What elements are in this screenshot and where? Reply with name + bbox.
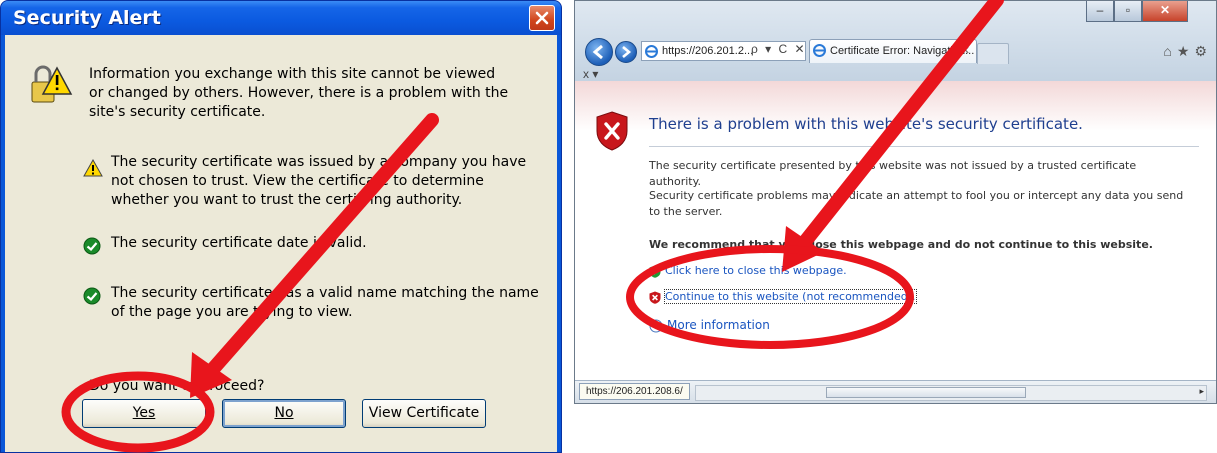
- address-text: https://206.201.2...: [662, 45, 754, 57]
- window-controls: ‒ ▫ ✕: [1086, 1, 1188, 23]
- no-button-label: No: [274, 405, 294, 421]
- dialog-body: Information you exchange with this site …: [5, 35, 557, 452]
- command-bar[interactable]: x ▾: [583, 67, 598, 81]
- cert-issuer-warning: The security certificate was issued by a…: [111, 154, 527, 208]
- new-tab-button[interactable]: [977, 43, 1009, 64]
- horizontal-scrollbar[interactable]: ▸: [695, 385, 1207, 401]
- green-shield-icon: [649, 265, 661, 278]
- lock-warning-icon: [31, 65, 73, 103]
- continue-link[interactable]: Continue to this website (not recommende…: [664, 289, 917, 304]
- home-icon[interactable]: ⌂: [1163, 43, 1176, 59]
- cert-date-valid: The security certificate date is valid.: [111, 235, 367, 251]
- status-url: https://206.201.208.6/: [579, 383, 690, 400]
- security-alert-dialog: Security Alert Information you exchange …: [0, 0, 562, 453]
- yes-button[interactable]: Yes: [82, 399, 206, 428]
- back-arrow-icon: [592, 44, 603, 60]
- close-icon: [535, 11, 549, 25]
- cert-not-trusted-text: The security certificate presented by th…: [649, 159, 1137, 188]
- divider: [649, 146, 1199, 147]
- forward-arrow-icon: [622, 46, 632, 58]
- ie-page-icon: [645, 45, 658, 58]
- maximize-button[interactable]: ▫: [1114, 1, 1142, 22]
- view-certificate-button[interactable]: View Certificate: [362, 399, 486, 428]
- forward-button[interactable]: [615, 41, 637, 63]
- cert-problem-text: Security certificate problems may indica…: [649, 189, 1184, 218]
- favorites-icon[interactable]: ★: [1177, 43, 1195, 59]
- address-tools[interactable]: ρ ▾ C ✕: [751, 42, 807, 56]
- scrollbar-thumb[interactable]: [826, 387, 1026, 398]
- close-button[interactable]: [529, 5, 555, 31]
- proceed-question: Do you want to proceed?: [89, 378, 265, 394]
- view-certificate-label: View Certificate: [368, 405, 480, 421]
- window-close-button[interactable]: ✕: [1142, 1, 1188, 22]
- back-button[interactable]: [585, 38, 613, 66]
- red-shield-icon: [649, 291, 661, 304]
- intro-text: Information you exchange with this site …: [89, 66, 509, 120]
- security-shield-icon: [596, 111, 628, 151]
- tools-icon[interactable]: ⚙: [1194, 43, 1212, 59]
- ie-page-icon: [813, 44, 826, 57]
- tab-title: Certificate Error: Navigation...: [830, 45, 975, 57]
- check-icon: [83, 287, 101, 305]
- page-title: There is a problem with this website's s…: [649, 115, 1083, 133]
- yes-button-label: Yes: [132, 405, 156, 421]
- scroll-right-icon[interactable]: ▸: [1199, 386, 1204, 397]
- chevron-down-icon: [649, 319, 663, 333]
- browser-chrome: ‒ ▫ ✕ https://206.201.2... ρ ▾ C ✕ Certi…: [575, 1, 1216, 81]
- dialog-title: Security Alert: [13, 7, 161, 29]
- close-webpage-link[interactable]: Click here to close this webpage.: [665, 264, 847, 277]
- minimize-button[interactable]: ‒: [1086, 1, 1114, 22]
- cert-name-valid: The security certificate has a valid nam…: [111, 285, 539, 320]
- more-information-label: More information: [667, 318, 770, 332]
- title-bar[interactable]: Security Alert: [1, 1, 561, 35]
- warning-icon: [83, 159, 103, 177]
- recommendation-text: We recommend that you close this webpage…: [649, 238, 1153, 251]
- toolbar-icons: ⌂★⚙: [1163, 43, 1212, 60]
- page-content: There is a problem with this website's s…: [575, 81, 1216, 381]
- browser-window: ‒ ▫ ✕ https://206.201.2... ρ ▾ C ✕ Certi…: [574, 0, 1217, 404]
- tab-close-icon[interactable]: ✕: [961, 40, 970, 62]
- no-button[interactable]: No: [222, 399, 346, 428]
- check-icon: [83, 237, 101, 255]
- status-bar: https://206.201.208.6/ ▸: [575, 380, 1216, 403]
- tab-certificate-error[interactable]: Certificate Error: Navigation... ✕: [809, 39, 977, 63]
